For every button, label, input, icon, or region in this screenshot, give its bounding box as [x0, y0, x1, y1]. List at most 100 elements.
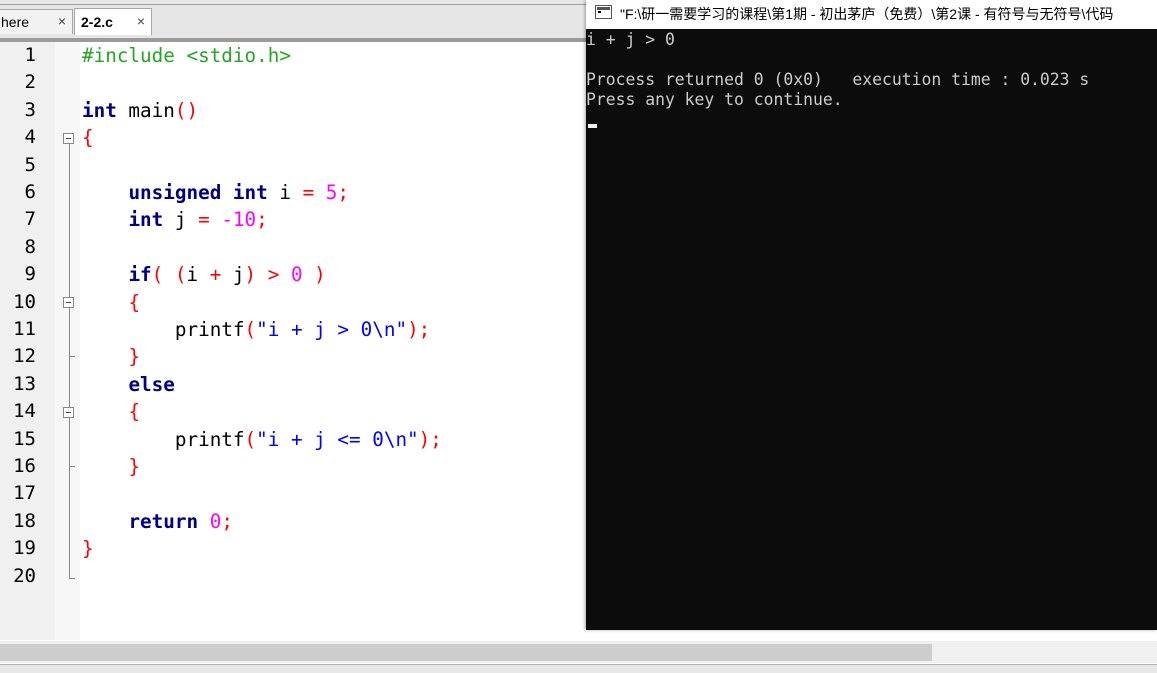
code-operator: =: [302, 181, 315, 204]
code-keyword: int: [82, 98, 117, 122]
tab-close-icon[interactable]: ×: [137, 13, 145, 29]
tab-bar: here × 2-2.c ×: [0, 0, 600, 42]
code-identifier: i: [186, 263, 210, 287]
tab-bar-border: [0, 4, 600, 5]
tab-label: here: [1, 14, 30, 30]
console-cursor: [588, 124, 597, 128]
code-number: -10: [221, 208, 257, 232]
fold-minus-icon[interactable]: [63, 133, 74, 144]
tab-label: 2-2.c: [81, 14, 113, 30]
code-identifier: main: [116, 98, 175, 122]
code-identifier: i: [267, 181, 303, 204]
code-keyword: else: [128, 372, 175, 396]
code-brace: }: [128, 455, 141, 478]
console-app-icon: [595, 5, 612, 19]
code-operator: ;: [337, 181, 350, 204]
line-number: 16: [13, 455, 36, 477]
code-line-10: {: [82, 289, 140, 316]
line-number: 2: [24, 71, 36, 94]
code-brace: }: [128, 345, 141, 369]
code-operator: +: [209, 263, 222, 287]
code-brace: {: [128, 400, 141, 424]
code-brace: {: [82, 126, 94, 150]
console-titlebar[interactable]: "F:\研一需要学习的课程\第1期 - 初出茅庐（免费）\第2课 - 有符号与无…: [586, 0, 1157, 29]
code-line-16: }: [82, 453, 140, 480]
horizontal-scrollbar[interactable]: [0, 641, 1157, 663]
code-operator: (: [244, 427, 257, 451]
code-operator: (): [174, 98, 199, 122]
line-number: 5: [24, 153, 36, 176]
line-number: 3: [24, 98, 36, 121]
code-operator: );: [407, 318, 431, 341]
code-line-4: {: [82, 124, 94, 151]
code-function: printf: [174, 318, 245, 341]
code-string: "i + j > 0\n": [256, 318, 408, 341]
code-operator: ( (: [151, 263, 187, 287]
line-number: 8: [24, 235, 36, 258]
line-number: 12: [13, 345, 36, 368]
tab-2-2-c[interactable]: 2-2.c ×: [74, 8, 152, 35]
console-output-line: Press any key to continue.: [586, 90, 843, 109]
code-operator: =: [198, 208, 210, 232]
code-brace: }: [82, 537, 94, 561]
code-identifier: j: [163, 208, 199, 232]
code-keyword: int: [128, 208, 164, 232]
scrollbar-thumb[interactable]: [0, 644, 932, 661]
line-number: 1: [24, 44, 36, 66]
code-operator: ): [302, 263, 326, 287]
line-number: 11: [13, 318, 36, 340]
code-line-3: int main(): [82, 97, 198, 124]
line-number-gutter: 1 2 3 4 5 6 7 8 9 10 11 12 13 14 15 16 1…: [0, 42, 55, 640]
code-number: 0: [198, 509, 222, 533]
code-keyword: if: [128, 263, 152, 287]
code-line-19: }: [82, 535, 94, 562]
line-number: 20: [13, 564, 36, 587]
code-function: printf: [174, 427, 245, 451]
code-line-13: else: [82, 371, 175, 398]
code-keyword: int: [232, 181, 268, 204]
code-number: 5: [325, 181, 338, 204]
console-title: "F:\研一需要学习的课程\第1期 - 初出茅庐（免费）\第2课 - 有符号与无…: [620, 6, 1114, 22]
console-output-line: i + j > 0: [586, 30, 675, 49]
code-identifier: j: [221, 263, 245, 287]
fold-minus-icon[interactable]: [63, 297, 74, 308]
console-output-line: Process returned 0 (0x0) execution time …: [586, 70, 1090, 89]
fold-end-tick: [69, 466, 75, 467]
tab-other-file[interactable]: here ×: [0, 9, 73, 34]
code-keyword: unsigned: [128, 181, 222, 204]
line-number: 19: [13, 537, 36, 560]
code-brace: {: [128, 290, 141, 314]
code-preprocessor: #include <stdio.h>: [82, 44, 291, 67]
code-operator: );: [418, 427, 442, 451]
line-number: 13: [13, 372, 36, 395]
line-number: 7: [24, 208, 36, 231]
code-keyword: return: [128, 509, 199, 533]
code-line-12: }: [82, 343, 140, 370]
line-number: 6: [24, 181, 36, 203]
code-number: 0: [290, 263, 303, 287]
line-number: 14: [13, 400, 36, 423]
line-number: 9: [24, 263, 36, 286]
code-operator: ;: [221, 509, 233, 533]
code-operator: ) >: [244, 263, 291, 287]
fold-margin: [55, 42, 80, 640]
fold-guide-line: [69, 144, 70, 578]
code-line-18: return 0;: [82, 508, 233, 535]
fold-minus-icon[interactable]: [63, 407, 74, 418]
fold-end-tick: [69, 578, 75, 579]
code-operator: ;: [256, 208, 268, 232]
code-line-9: if( (i + j) > 0 ): [82, 261, 326, 288]
code-string: "i + j <= 0\n": [256, 427, 419, 451]
code-line-7: int j = -10;: [82, 206, 268, 233]
code-operator: (: [244, 318, 257, 341]
code-line-1: #include <stdio.h>: [82, 42, 291, 69]
console-window[interactable]: "F:\研一需要学习的课程\第1期 - 初出茅庐（免费）\第2课 - 有符号与无…: [586, 0, 1157, 630]
code-line-6: unsigned int i = 5;: [82, 179, 349, 206]
line-number: 4: [24, 126, 36, 149]
fold-end-tick: [69, 356, 75, 357]
tab-close-icon[interactable]: ×: [58, 13, 66, 29]
line-number: 10: [13, 290, 36, 313]
line-number: 18: [13, 509, 36, 532]
code-line-15: printf("i + j <= 0\n");: [82, 426, 442, 453]
code-line-11: printf("i + j > 0\n");: [82, 316, 430, 343]
